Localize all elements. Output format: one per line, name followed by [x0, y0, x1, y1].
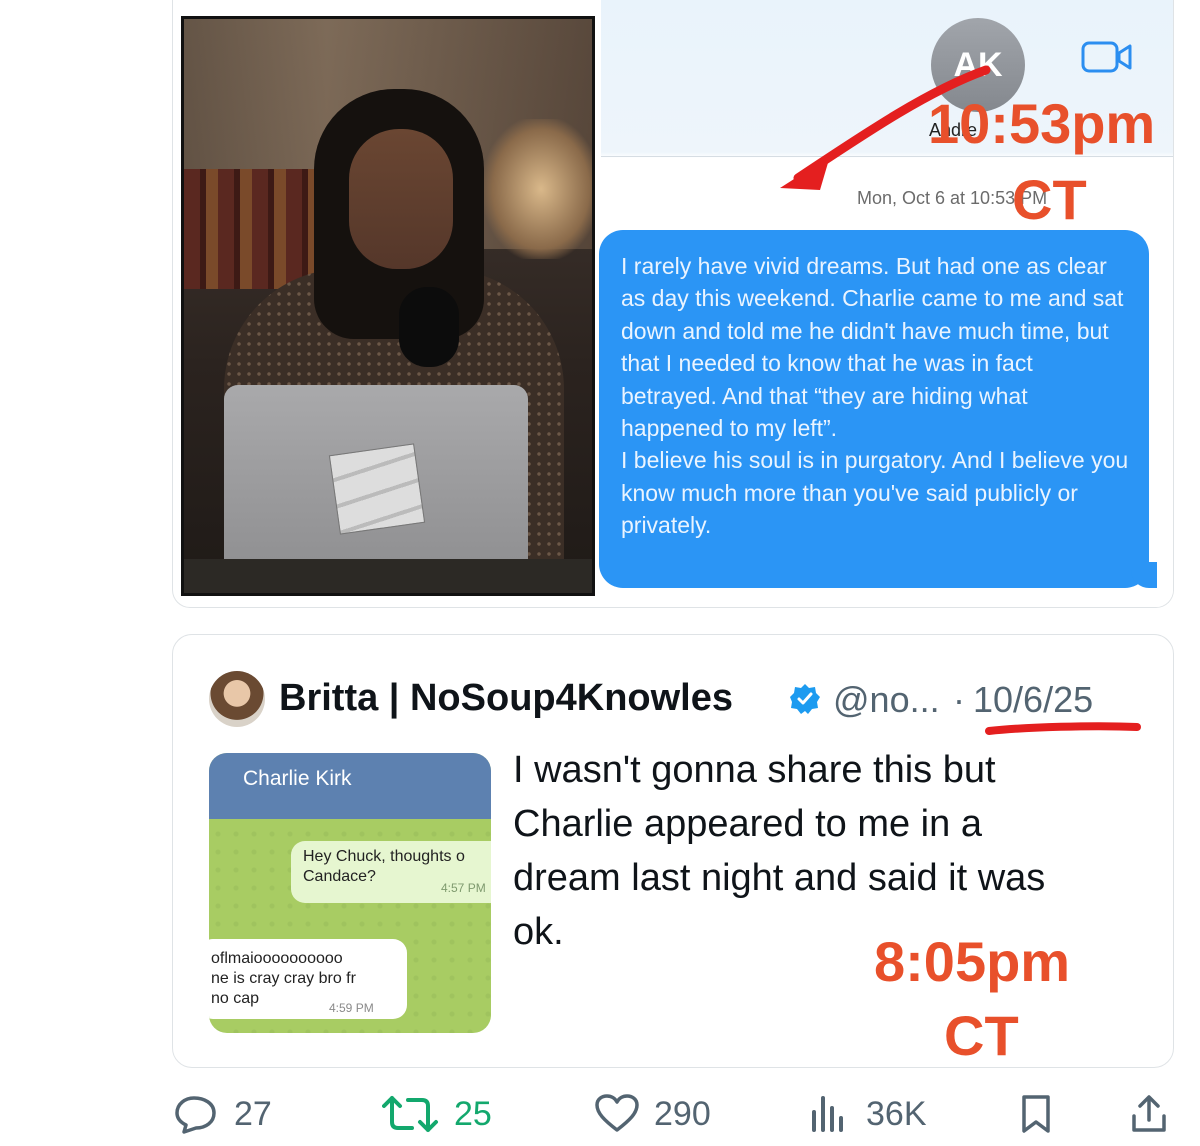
reply-count: 27 — [234, 1094, 272, 1133]
display-name[interactable]: Britta | NoSoup4Knowles — [279, 677, 733, 720]
verified-badge-icon — [789, 683, 821, 720]
annotation-time-2: 8:05pm — [874, 930, 1071, 993]
tweet-action-bar: 27 25 290 36K — [172, 1084, 1174, 1144]
lamp — [484, 119, 592, 259]
meta-separator: · — [953, 679, 965, 720]
video-call-icon — [1081, 40, 1133, 79]
laptop-sticker — [328, 443, 426, 535]
share-button[interactable] — [1130, 1094, 1182, 1134]
bookmark-icon — [1022, 1095, 1050, 1133]
chat-title: Charlie Kirk — [243, 767, 352, 790]
annotation-zone-1: CT — [1012, 168, 1087, 231]
share-icon — [1132, 1095, 1166, 1132]
chat-reply-time: 4:59 PM — [329, 1001, 374, 1015]
reply-button[interactable]: 27 — [174, 1094, 272, 1134]
annotation-time-1: 10:53pm — [928, 92, 1156, 155]
like-button[interactable]: 290 — [594, 1094, 711, 1134]
tweet-text: I wasn't gonna share this but Charlie ap… — [513, 749, 1046, 953]
annotation-zone-2: CT — [944, 1004, 1019, 1067]
views-bar-chart-icon — [812, 1096, 843, 1132]
podcast-photo — [181, 16, 595, 596]
views-button[interactable]: 36K — [808, 1094, 927, 1134]
repost-count: 25 — [454, 1094, 492, 1133]
desk — [184, 559, 592, 593]
like-count: 290 — [654, 1094, 711, 1133]
tweet-media-image[interactable]: Charlie Kirk Hey Chuck, thoughts o Canda… — [209, 753, 491, 1033]
bookmark-button[interactable] — [1018, 1094, 1068, 1134]
reply-icon — [175, 1096, 216, 1134]
red-underline-annotation — [985, 722, 1141, 735]
message-text: I rarely have vivid dreams. But had one … — [621, 253, 1129, 539]
chat-reply-text: oflmaioooooooooo ne is cray cray bro fr … — [211, 950, 356, 1007]
message-bubble: I rarely have vivid dreams. But had one … — [599, 230, 1157, 588]
user-avatar[interactable] — [209, 671, 265, 727]
microphone — [399, 287, 459, 367]
user-handle[interactable]: @no... — [833, 679, 940, 721]
chat-sent-time: 4:57 PM — [441, 881, 486, 895]
chat-reply-bubble: oflmaioooooooooo ne is cray cray bro fr … — [209, 939, 407, 1019]
view-count: 36K — [866, 1094, 927, 1133]
repost-icon — [382, 1096, 438, 1132]
repost-button[interactable]: 25 — [382, 1094, 492, 1134]
bubble-tail — [1131, 562, 1157, 588]
person-face — [349, 129, 453, 269]
tweet-date[interactable]: 10/6/25 — [973, 679, 1093, 721]
tweet-card[interactable]: Britta | NoSoup4Knowles @no... · 10/6/25… — [172, 634, 1174, 1068]
bookshelf — [184, 169, 314, 289]
heart-icon — [595, 1094, 639, 1132]
